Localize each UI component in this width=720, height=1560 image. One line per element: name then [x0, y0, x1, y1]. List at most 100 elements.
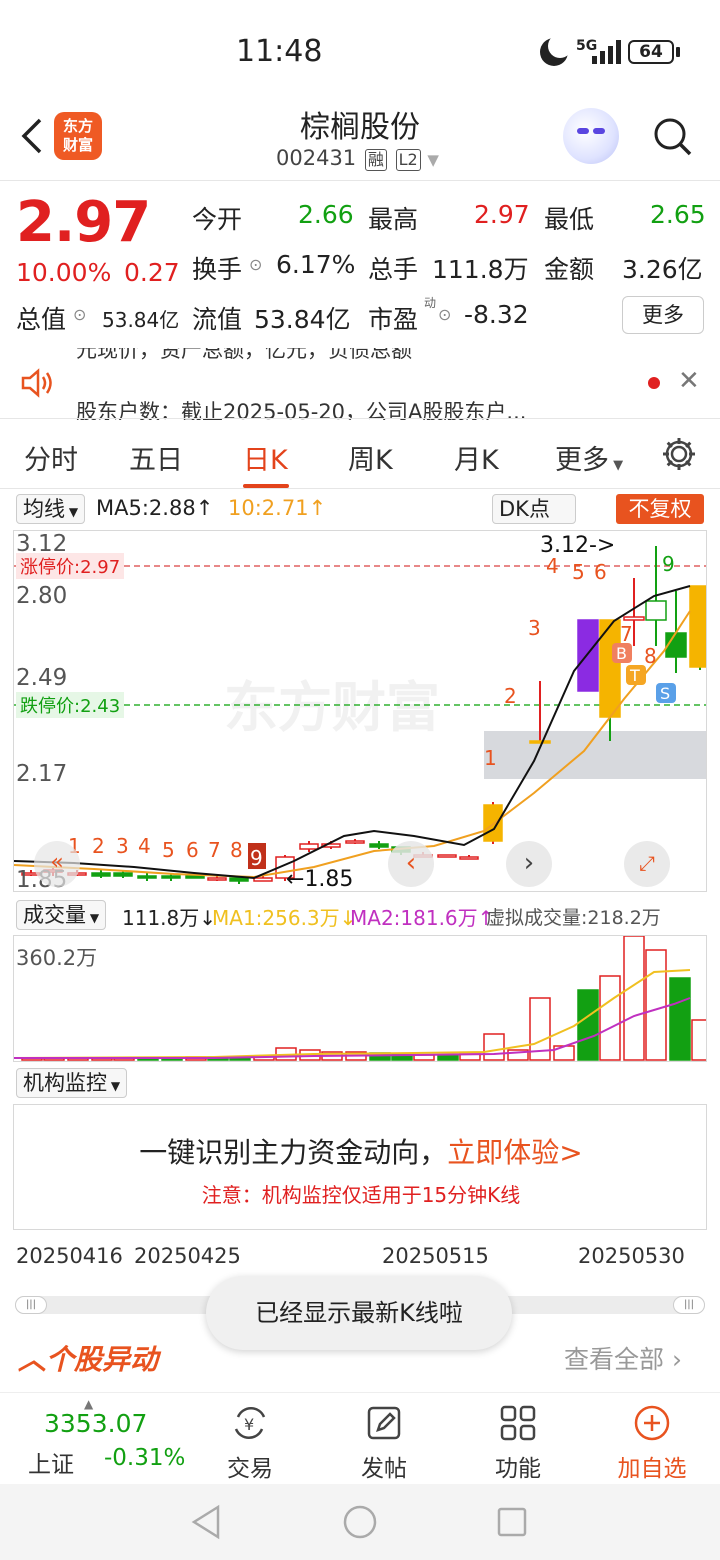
view-all-link[interactable]: 查看全部 ›: [564, 1340, 682, 1376]
float-value: 53.84亿: [254, 305, 351, 334]
volume-bar: [691, 1019, 706, 1061]
date-label: 20250530: [578, 1244, 685, 1268]
candle-body: [137, 875, 157, 879]
candle-body: [207, 877, 227, 881]
y-label: 2.17: [16, 761, 68, 787]
sequence-mark: 5: [572, 560, 585, 584]
low-marker: ←1.85: [286, 867, 354, 892]
volume-chart[interactable]: 360.2万: [13, 935, 707, 1062]
mktcap-value: 53.84亿: [102, 308, 180, 332]
scroll-left-button[interactable]: ‹: [388, 841, 434, 887]
nav-home-icon[interactable]: [342, 1504, 378, 1540]
sequence-mark: 1: [484, 746, 497, 770]
monitor-selector[interactable]: 机构监控 ▼: [16, 1068, 128, 1098]
index-change[interactable]: -0.31%: [104, 1445, 185, 1471]
nav-label: 功能: [495, 1456, 541, 1482]
signal-tag-label: S: [660, 684, 670, 703]
turnover-value: 6.17%: [276, 250, 356, 279]
date-label: 20250425: [134, 1244, 241, 1268]
svg-text:¥: ¥: [244, 1415, 254, 1434]
sequence-mark: 3: [528, 616, 541, 640]
candle-body: [185, 875, 205, 879]
signal-tag-label: B: [616, 644, 627, 663]
tab-more[interactable]: 更多 ▼: [555, 438, 623, 477]
candle-body: [689, 585, 706, 668]
back-icon[interactable]: [16, 116, 46, 156]
tab-minute[interactable]: 分时: [24, 438, 78, 477]
candle-body: [299, 843, 319, 850]
sequence-mark: 8: [230, 838, 243, 862]
y-label: 2.80: [16, 583, 68, 609]
kline-chart[interactable]: 东方财富 123456789123456789BTS 3.12 2.80 2.4…: [13, 530, 707, 893]
rewind-button[interactable]: «: [34, 841, 80, 887]
do-not-disturb-icon: [540, 34, 572, 66]
dk-point-button[interactable]: DK点: [492, 494, 576, 524]
info-icon[interactable]: ⊙: [438, 305, 451, 324]
fullscreen-icon[interactable]: ⤢: [624, 841, 670, 887]
adjust-mode-button[interactable]: 不复权: [616, 494, 704, 524]
scroll-handle-left[interactable]: |||: [15, 1296, 47, 1314]
sequence-mark: 7: [620, 622, 633, 646]
ma5-value: MA5:2.88↑: [96, 496, 214, 520]
virtual-volume: 虚拟成交量:218.2万: [486, 907, 661, 929]
tab-weekly-k[interactable]: 周K: [348, 438, 393, 477]
y-label: 2.49: [16, 665, 68, 691]
sequence-mark: 8: [644, 644, 657, 668]
index-name[interactable]: 上证: [28, 1445, 74, 1479]
current-price: 2.97: [16, 190, 151, 255]
index-value[interactable]: 3353.07: [44, 1409, 147, 1438]
notice-ticker[interactable]: 元现价，资产总额，亿元，负债总额 股东户数：截止2025-05-20，公司A股股…: [0, 348, 720, 420]
nav-back-icon[interactable]: [190, 1504, 222, 1540]
sequence-mark: 9: [250, 846, 263, 870]
stock-code: 002431: [276, 146, 357, 170]
candle-body: [645, 600, 667, 621]
scroll-handle-right[interactable]: |||: [673, 1296, 705, 1314]
tab-five-day[interactable]: 五日: [129, 438, 183, 477]
sequence-mark: 6: [594, 560, 607, 584]
sequence-mark: 6: [186, 838, 199, 862]
sequence-mark: 2: [504, 684, 517, 708]
period-tabs: 分时 五日 日K 周K 月K 更多 ▼: [0, 420, 720, 490]
change-amount: 0.27: [124, 258, 180, 287]
monitor-cta[interactable]: 立即体验>: [447, 1136, 582, 1169]
info-icon[interactable]: ⊙: [249, 255, 262, 274]
bottom-nav: ▲ 3353.07 上证 -0.31% ¥ 交易 发帖 功能 加自选: [0, 1392, 720, 1484]
candle-body: [345, 840, 365, 844]
high-label: 最高: [368, 205, 419, 234]
volume-selector[interactable]: 成交量 ▼: [16, 900, 107, 930]
sequence-mark: 7: [208, 838, 221, 862]
close-icon[interactable]: ✕: [678, 366, 700, 396]
pe-label: 市盈: [368, 305, 419, 334]
stock-code-row[interactable]: 002431 融 L2 ▼: [276, 146, 439, 171]
assistant-robot-icon[interactable]: [563, 108, 619, 164]
info-icon[interactable]: ⊙: [73, 305, 86, 324]
volume-value: 111.8万↓: [122, 906, 217, 930]
scroll-right-button[interactable]: ›: [506, 841, 552, 887]
signal-icon: [592, 40, 622, 64]
candle-body: [253, 877, 273, 882]
volume-value: 111.8万: [432, 255, 529, 284]
vol-ma2: MA2:181.6万↑: [350, 906, 495, 930]
chevron-down-icon: ▼: [427, 151, 439, 169]
trade-icon: ¥: [234, 1407, 266, 1439]
search-icon[interactable]: [652, 116, 692, 156]
candle-body: [229, 877, 249, 882]
tab-monthly-k[interactable]: 月K: [454, 438, 499, 477]
ma-selector[interactable]: 均线 ▼: [16, 494, 86, 524]
candle-body: [529, 740, 551, 744]
change-pct: 10.00%: [16, 258, 112, 287]
institution-monitor-panel: 一键识别主力资金动向，立即体验> 注意：机构监控仅适用于15分钟K线: [13, 1104, 707, 1230]
unread-dot: [648, 377, 660, 389]
volume-label: 总手: [368, 255, 419, 284]
edit-icon: [367, 1406, 401, 1440]
low-value: 2.65: [650, 200, 706, 229]
more-quote-button[interactable]: 更多: [622, 296, 704, 334]
tab-daily-k[interactable]: 日K: [243, 438, 288, 477]
settings-gear-icon[interactable]: [660, 435, 698, 473]
vol-ma1: MA1:256.3万↓: [212, 906, 357, 930]
amount-value: 3.26亿: [622, 255, 703, 284]
candle-body: [577, 619, 599, 692]
limit-down-label: 跌停价:2.43: [16, 692, 125, 718]
watermark: 东方财富: [224, 676, 440, 739]
nav-recents-icon[interactable]: [496, 1506, 528, 1538]
